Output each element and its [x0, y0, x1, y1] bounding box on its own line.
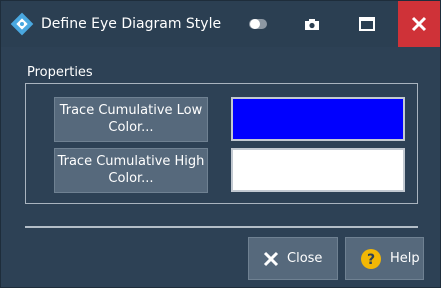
help-button-label: Help: [390, 251, 420, 266]
maximize-icon: [359, 17, 375, 31]
title-bar[interactable]: Define Eye Diagram Style: [1, 1, 440, 47]
properties-group-label: Properties: [27, 65, 93, 80]
window-title: Define Eye Diagram Style: [41, 16, 222, 32]
dialog-window: Define Eye Diagram Style Properties Trac…: [0, 0, 441, 288]
trace-high-color-swatch[interactable]: [231, 148, 405, 192]
diamond-logo-icon: [10, 12, 34, 36]
close-button-label: Close: [287, 251, 323, 266]
window-close-button[interactable]: [398, 1, 440, 47]
trace-high-color-button[interactable]: Trace Cumulative High Color...: [54, 148, 208, 193]
camera-icon: [305, 18, 319, 30]
toggle-button[interactable]: [241, 1, 275, 47]
close-icon: [411, 16, 427, 32]
close-button[interactable]: Close: [248, 237, 338, 280]
x-icon: [263, 251, 279, 267]
toggle-icon: [249, 19, 267, 29]
trace-low-color-swatch[interactable]: [231, 97, 405, 141]
screenshot-button[interactable]: [295, 1, 329, 47]
help-button[interactable]: ? Help: [345, 237, 424, 280]
question-circle-icon: ?: [360, 248, 382, 270]
footer-divider: [25, 226, 418, 228]
trace-low-color-button[interactable]: Trace Cumulative Low Color...: [54, 97, 208, 142]
svg-text:?: ?: [367, 252, 375, 268]
maximize-button[interactable]: [347, 1, 387, 47]
